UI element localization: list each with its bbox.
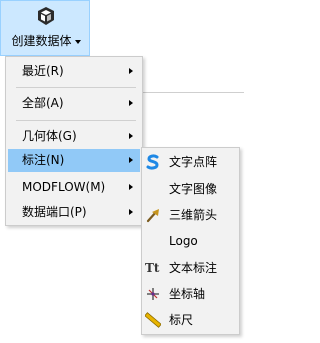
menu-item-label: 几何体(G) (22, 129, 77, 143)
ruler-icon (145, 312, 161, 328)
chevron-down-icon (74, 39, 81, 44)
chevron-right-icon (129, 209, 133, 215)
chevron-right-icon (129, 133, 133, 139)
chevron-right-icon (129, 184, 133, 190)
text-annotation-icon: Tt (145, 261, 160, 275)
submenu-item-label: 文字图像 (169, 182, 218, 196)
submenu-item-label: 三维箭头 (169, 208, 218, 222)
submenu-item-text-dot-matrix[interactable]: 文字点阵 (144, 150, 238, 175)
submenu-item-label: 文本标注 (169, 261, 218, 275)
menu-item-modflow[interactable]: MODFLOW(M) (8, 176, 140, 199)
chevron-right-icon (129, 68, 133, 74)
chevron-right-icon (129, 157, 133, 163)
submenu-item-logo[interactable]: Logo (144, 229, 238, 254)
submenu-item-label: 文字点阵 (169, 155, 218, 169)
menu-item-label: 全部(A) (22, 96, 64, 110)
axes-icon (147, 288, 159, 300)
menu-item-label: 标注(N) (22, 153, 65, 167)
menu-item-label: MODFLOW(M) (22, 180, 106, 194)
submenu-item-label: 标尺 (169, 313, 194, 327)
submenu-item-3d-arrow[interactable]: 三维箭头 (144, 203, 238, 228)
menu-separator (16, 87, 136, 88)
menu-separator (16, 120, 136, 121)
menu-item-all[interactable]: 全部(A) (8, 92, 140, 115)
create-data-body-label: 创建数据体 (1, 34, 91, 48)
3d-arrow-icon (146, 209, 159, 223)
cube-icon (38, 7, 54, 25)
menu-item-recent[interactable]: 最近(R) (8, 60, 140, 83)
annotation-submenu: 文字点阵 文字图像 三维箭头 Logo Tt 文本标注 坐标轴 标尺 (141, 147, 240, 335)
submenu-item-text-image[interactable]: 文字图像 (144, 177, 238, 202)
chevron-right-icon (129, 100, 133, 106)
background-divider (143, 92, 244, 93)
menu-item-label: 最近(R) (22, 64, 64, 78)
submenu-item-axes[interactable]: 坐标轴 (144, 282, 238, 307)
menu-item-annotation[interactable]: 标注(N) (8, 149, 140, 172)
menu-item-data-port[interactable]: 数据端口(P) (8, 201, 140, 224)
text-dot-matrix-icon (146, 154, 159, 170)
create-data-body-button[interactable]: 创建数据体 (0, 0, 90, 56)
submenu-item-ruler[interactable]: 标尺 (144, 308, 238, 333)
submenu-item-label: Logo (169, 234, 198, 248)
submenu-item-text-annotation[interactable]: Tt 文本标注 (144, 256, 238, 281)
submenu-item-label: 坐标轴 (169, 287, 206, 301)
menu-item-label: 数据端口(P) (22, 205, 87, 219)
menu-item-geometry[interactable]: 几何体(G) (8, 125, 140, 148)
create-data-body-menu: 最近(R) 全部(A) 几何体(G) 标注(N) MODFLOW(M) 数据端口… (5, 56, 143, 226)
